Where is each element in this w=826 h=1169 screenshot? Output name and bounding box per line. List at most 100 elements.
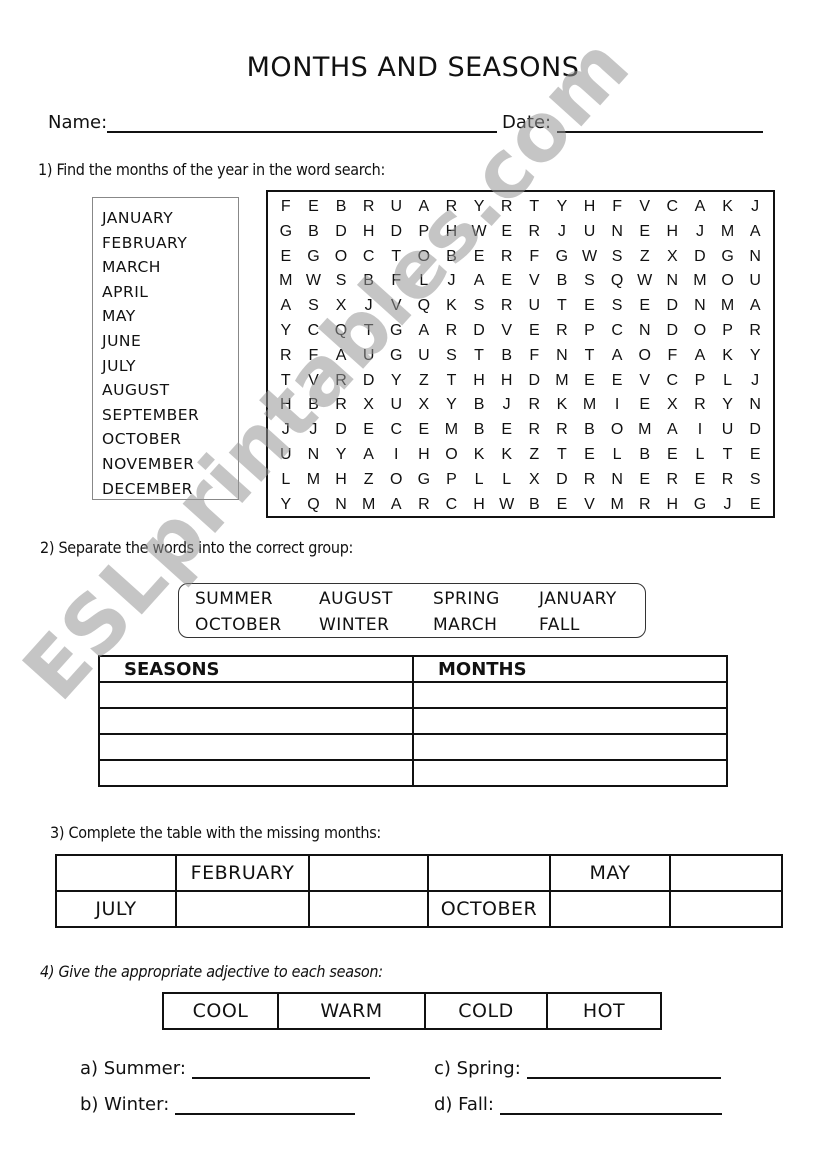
grid-letter[interactable]: N: [548, 344, 576, 369]
grid-letter[interactable]: J: [493, 393, 521, 418]
grid-letter[interactable]: H: [438, 220, 466, 245]
grid-letter[interactable]: L: [686, 443, 714, 468]
seasons-cell[interactable]: [98, 733, 414, 761]
grid-letter[interactable]: E: [741, 443, 769, 468]
grid-letter[interactable]: R: [714, 468, 742, 493]
grid-letter[interactable]: A: [382, 493, 410, 518]
fall-answer[interactable]: d) Fall:: [434, 1094, 722, 1115]
grid-letter[interactable]: J: [272, 418, 300, 443]
grid-letter[interactable]: J: [741, 369, 769, 394]
grid-letter[interactable]: C: [438, 493, 466, 518]
grid-letter[interactable]: K: [714, 344, 742, 369]
grid-letter[interactable]: O: [327, 245, 355, 270]
grid-letter[interactable]: E: [300, 195, 328, 220]
grid-letter[interactable]: D: [355, 369, 383, 394]
grid-letter[interactable]: T: [355, 319, 383, 344]
grid-letter[interactable]: T: [465, 344, 493, 369]
grid-letter[interactable]: R: [548, 319, 576, 344]
grid-letter[interactable]: A: [272, 294, 300, 319]
grid-letter[interactable]: M: [548, 369, 576, 394]
grid-letter[interactable]: H: [465, 369, 493, 394]
grid-letter[interactable]: K: [548, 393, 576, 418]
grid-letter[interactable]: U: [741, 269, 769, 294]
grid-letter[interactable]: G: [382, 319, 410, 344]
grid-letter[interactable]: N: [300, 443, 328, 468]
grid-letter[interactable]: E: [631, 468, 659, 493]
grid-letter[interactable]: P: [714, 319, 742, 344]
grid-letter[interactable]: C: [603, 319, 631, 344]
grid-letter[interactable]: N: [603, 220, 631, 245]
grid-letter[interactable]: D: [548, 468, 576, 493]
grid-letter[interactable]: E: [686, 468, 714, 493]
grid-letter[interactable]: A: [603, 344, 631, 369]
grid-letter[interactable]: J: [300, 418, 328, 443]
grid-letter[interactable]: J: [438, 269, 466, 294]
grid-letter[interactable]: V: [631, 195, 659, 220]
grid-letter[interactable]: A: [741, 220, 769, 245]
grid-letter[interactable]: R: [493, 195, 521, 220]
grid-letter[interactable]: K: [493, 443, 521, 468]
grid-letter[interactable]: S: [300, 294, 328, 319]
grid-letter[interactable]: R: [438, 195, 466, 220]
summer-answer[interactable]: a) Summer:: [80, 1058, 370, 1079]
grid-letter[interactable]: T: [548, 443, 576, 468]
grid-letter[interactable]: F: [382, 269, 410, 294]
grid-letter[interactable]: K: [438, 294, 466, 319]
month-cell[interactable]: OCTOBER: [427, 890, 551, 928]
month-cell[interactable]: [669, 890, 783, 928]
grid-letter[interactable]: P: [576, 319, 604, 344]
grid-letter[interactable]: V: [493, 319, 521, 344]
grid-letter[interactable]: V: [520, 269, 548, 294]
word-search-grid[interactable]: FEBRUARYRTYHFVCAKJGBDHDPHWERJUNEHJMAEGOC…: [266, 190, 775, 518]
grid-letter[interactable]: S: [741, 468, 769, 493]
grid-letter[interactable]: B: [631, 443, 659, 468]
grid-letter[interactable]: B: [355, 269, 383, 294]
grid-letter[interactable]: N: [686, 294, 714, 319]
grid-letter[interactable]: G: [686, 493, 714, 518]
month-cell[interactable]: [55, 854, 177, 892]
month-cell[interactable]: JULY: [55, 890, 177, 928]
month-cell[interactable]: [308, 890, 429, 928]
grid-letter[interactable]: I: [382, 443, 410, 468]
grid-letter[interactable]: H: [327, 468, 355, 493]
grid-letter[interactable]: E: [520, 319, 548, 344]
grid-letter[interactable]: B: [548, 269, 576, 294]
grid-letter[interactable]: U: [272, 443, 300, 468]
grid-letter[interactable]: G: [272, 220, 300, 245]
grid-letter[interactable]: E: [659, 443, 687, 468]
grid-letter[interactable]: R: [272, 344, 300, 369]
spring-blank[interactable]: [526, 1059, 721, 1079]
grid-letter[interactable]: R: [438, 319, 466, 344]
grid-letter[interactable]: A: [410, 319, 438, 344]
grid-letter[interactable]: A: [355, 443, 383, 468]
grid-letter[interactable]: G: [410, 468, 438, 493]
grid-letter[interactable]: Z: [410, 369, 438, 394]
seasons-cell[interactable]: [98, 707, 414, 735]
grid-letter[interactable]: C: [300, 319, 328, 344]
month-cell[interactable]: [427, 854, 551, 892]
spring-answer[interactable]: c) Spring:: [434, 1058, 721, 1079]
grid-letter[interactable]: E: [631, 220, 659, 245]
grid-letter[interactable]: M: [300, 468, 328, 493]
grid-letter[interactable]: M: [603, 493, 631, 518]
grid-letter[interactable]: G: [548, 245, 576, 270]
grid-letter[interactable]: N: [327, 493, 355, 518]
grid-letter[interactable]: E: [603, 369, 631, 394]
grid-letter[interactable]: W: [493, 493, 521, 518]
grid-letter[interactable]: U: [714, 418, 742, 443]
name-blank[interactable]: [107, 113, 498, 133]
grid-letter[interactable]: J: [714, 493, 742, 518]
grid-letter[interactable]: X: [327, 294, 355, 319]
month-cell[interactable]: [669, 854, 783, 892]
grid-letter[interactable]: L: [410, 269, 438, 294]
grid-letter[interactable]: R: [520, 393, 548, 418]
grid-letter[interactable]: E: [741, 493, 769, 518]
grid-letter[interactable]: M: [576, 393, 604, 418]
grid-letter[interactable]: B: [520, 493, 548, 518]
grid-letter[interactable]: F: [520, 245, 548, 270]
grid-letter[interactable]: O: [410, 245, 438, 270]
grid-letter[interactable]: Z: [355, 468, 383, 493]
months-cell[interactable]: [412, 681, 728, 709]
grid-letter[interactable]: R: [520, 220, 548, 245]
grid-letter[interactable]: I: [603, 393, 631, 418]
